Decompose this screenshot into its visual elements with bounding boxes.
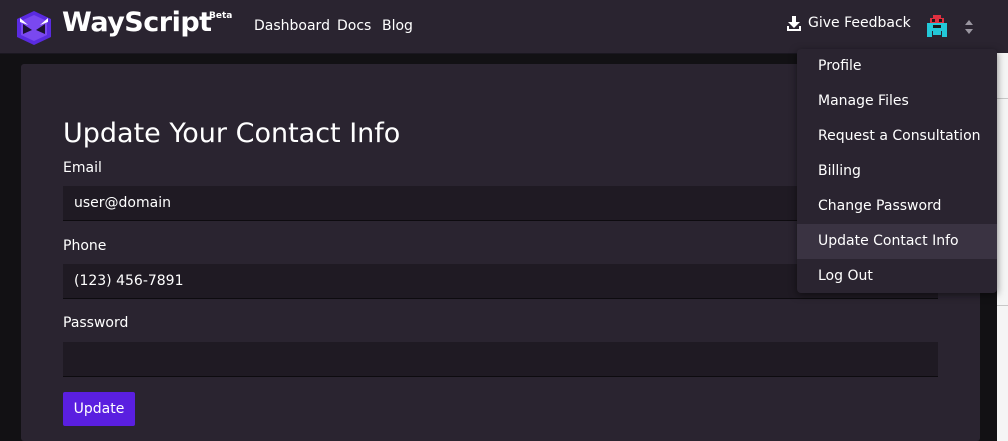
user-avatar-icon[interactable] bbox=[924, 14, 950, 40]
menu-item-billing[interactable]: Billing bbox=[797, 154, 997, 189]
menu-item-log-out[interactable]: Log Out bbox=[797, 259, 997, 294]
menu-item-profile[interactable]: Profile bbox=[797, 49, 997, 84]
page-title: Update Your Contact Info bbox=[63, 118, 401, 149]
menu-item-update-contact-info[interactable]: Update Contact Info bbox=[797, 224, 997, 259]
give-feedback-label: Give Feedback bbox=[808, 15, 911, 31]
nav-link-dashboard[interactable]: Dashboard bbox=[254, 18, 330, 34]
top-navbar: WayScript Beta Dashboard Docs Blog Give … bbox=[0, 0, 1008, 53]
email-label: Email bbox=[63, 160, 102, 176]
brand-name[interactable]: WayScript bbox=[62, 7, 212, 38]
user-dropdown-menu: Profile Manage Files Request a Consultat… bbox=[797, 49, 997, 293]
menu-item-change-password[interactable]: Change Password bbox=[797, 189, 997, 224]
password-label: Password bbox=[63, 315, 129, 331]
side-strip-divider bbox=[997, 98, 1008, 99]
password-field[interactable] bbox=[63, 342, 938, 377]
wayscript-logo-icon[interactable] bbox=[14, 10, 54, 46]
phone-label: Phone bbox=[63, 238, 107, 254]
give-feedback-button[interactable]: Give Feedback bbox=[786, 14, 911, 32]
download-icon bbox=[787, 16, 801, 31]
nav-link-blog[interactable]: Blog bbox=[382, 18, 413, 34]
menu-item-request-consultation[interactable]: Request a Consultation bbox=[797, 119, 997, 154]
update-button[interactable]: Update bbox=[63, 392, 135, 426]
nav-link-docs[interactable]: Docs bbox=[337, 18, 371, 34]
side-strip bbox=[997, 53, 1008, 441]
beta-badge: Beta bbox=[209, 11, 233, 21]
sort-caret-icon[interactable] bbox=[963, 18, 975, 36]
menu-item-manage-files[interactable]: Manage Files bbox=[797, 84, 997, 119]
side-strip-divider bbox=[997, 305, 1008, 306]
